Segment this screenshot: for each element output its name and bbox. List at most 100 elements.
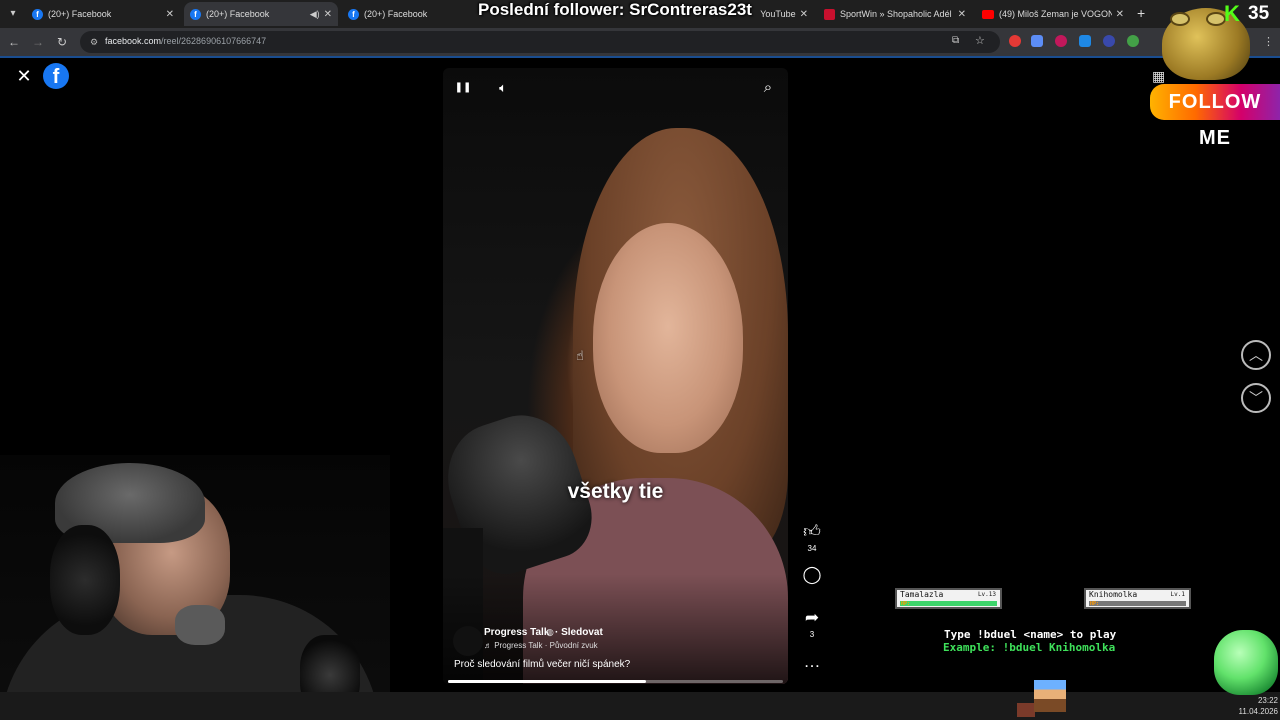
- mouse-cursor-icon: ☝︎: [576, 348, 584, 363]
- back-icon[interactable]: ←: [5, 33, 23, 51]
- facebook-icon: f: [32, 8, 43, 20]
- webcam-beard: [175, 605, 225, 645]
- tab-title: (20+) Facebook: [364, 9, 428, 19]
- facebook-logo-icon[interactable]: f: [43, 63, 69, 89]
- video-caption: všetky tie: [567, 480, 664, 503]
- webcam-headset: [50, 525, 120, 635]
- pixel-tree-image: [1214, 630, 1278, 695]
- pixel-critter-image: [1017, 703, 1035, 717]
- tab-youtube-zeman[interactable]: (49) Miloš Zeman je VOGON! - ✕: [976, 2, 1130, 26]
- close-icon[interactable]: ✕: [1116, 9, 1124, 20]
- extension-pink-icon[interactable]: [1055, 35, 1067, 47]
- reel-video[interactable]: ❚❚ 🔈︎ ⌕ všetky tie Progress Talk ◍ · Sle…: [443, 68, 788, 684]
- tab-facebook-2[interactable]: f (20+) Facebook ◀) ✕: [184, 2, 338, 26]
- share-count: 3: [809, 630, 815, 639]
- game-example: Example: !bduel Knihomolka: [943, 641, 1116, 654]
- address-bar[interactable]: ⚙ facebook.com/reel/26286906107666747 ⧉ …: [80, 31, 1000, 53]
- player2-name: Knihomolka: [1089, 590, 1138, 599]
- tab-title: (20+) Facebook: [206, 9, 270, 19]
- chevron-down-icon: ﹀: [1249, 390, 1263, 406]
- poster-name[interactable]: Progress Talk: [484, 627, 549, 638]
- kick-follower-count: 35: [1248, 3, 1270, 24]
- sportwin-icon: [824, 8, 835, 20]
- close-icon[interactable]: ✕: [800, 9, 808, 20]
- system-clock[interactable]: 23:22 11.04.2026: [1238, 695, 1278, 717]
- facebook-icon: f: [348, 8, 359, 20]
- close-icon[interactable]: ✕: [166, 9, 174, 20]
- browser-toolbar: ← → ↻ ⚙ facebook.com/reel/26286906107666…: [0, 28, 1280, 56]
- player1-hp-box: Tamalazla Lv.13 HP:: [895, 588, 1002, 609]
- more-dots-icon: …: [803, 652, 821, 671]
- player2-hp-box: Knihomolka Lv.1 HP:: [1084, 588, 1191, 609]
- follow-me-banner: FOLLOW ME: [1150, 84, 1280, 149]
- like-count: 34: [807, 544, 817, 553]
- player2-level: Lv.1: [1170, 591, 1185, 598]
- player1-hp-bar: [900, 601, 997, 606]
- tab-search-icon[interactable]: ▾: [4, 5, 22, 23]
- video-subject-face: [593, 223, 743, 453]
- more-button[interactable]: …: [800, 652, 824, 672]
- extension-red-icon[interactable]: [1009, 35, 1021, 47]
- follow-link[interactable]: · Sledovat: [555, 627, 603, 638]
- close-viewer-icon[interactable]: ✕: [13, 65, 35, 87]
- player1-name: Tamalazla: [900, 590, 944, 599]
- tab-title: (20+) Facebook: [48, 9, 112, 19]
- page-load-bar: [0, 56, 1280, 58]
- game-instruction: Type !bduel <name> to play: [944, 628, 1117, 641]
- url-text[interactable]: facebook.com/reel/26286906107666747: [105, 36, 266, 46]
- pause-icon[interactable]: ❚❚: [452, 77, 474, 99]
- toad-eye: [1206, 12, 1226, 26]
- install-app-icon[interactable]: ⧉: [952, 35, 959, 46]
- reel-description[interactable]: Proč sledování filmů večer ničí spánek?: [454, 659, 630, 670]
- site-info-icon[interactable]: ⚙: [87, 35, 101, 49]
- extension-m-icon[interactable]: [1079, 35, 1091, 47]
- globe-icon: ◍: [546, 627, 554, 637]
- player2-hp-label: HP:: [1090, 601, 1100, 607]
- share-icon: ➦: [804, 608, 820, 627]
- search-icon[interactable]: ⌕: [757, 77, 779, 99]
- extension-g-icon[interactable]: [1103, 35, 1115, 47]
- reload-icon[interactable]: ↻: [53, 33, 71, 51]
- new-tab-button[interactable]: +: [1137, 5, 1145, 21]
- menu-kebab-icon[interactable]: ⋮: [1263, 37, 1274, 49]
- video-progress-bar[interactable]: [448, 680, 783, 683]
- clock-date: 11.04.2026: [1238, 707, 1278, 716]
- share-button[interactable]: ➦ 3: [800, 608, 824, 639]
- poster-avatar[interactable]: [453, 626, 483, 656]
- facebook-icon: f: [190, 8, 201, 20]
- chevron-up-icon: ︿: [1249, 347, 1263, 363]
- close-icon[interactable]: ✕: [324, 9, 332, 20]
- player1-level: Lv.13: [977, 591, 996, 598]
- kick-logo-icon: K: [1224, 1, 1240, 26]
- comment-button[interactable]: ◯: [800, 565, 824, 585]
- previous-reel-button[interactable]: ︿: [1241, 340, 1271, 370]
- video-progress-fill: [448, 680, 646, 683]
- bookmark-star-icon[interactable]: ☆: [975, 34, 985, 47]
- next-reel-button[interactable]: ﹀: [1241, 383, 1271, 413]
- comment-icon: ◯: [802, 565, 822, 584]
- tab-title: SportWin » Shopaholic Adél uk: [840, 9, 954, 19]
- player2-hp-bar: [1089, 601, 1186, 606]
- tab-facebook-3[interactable]: f (20+) Facebook: [342, 2, 496, 26]
- like-button[interactable]: 👍︎ 34: [800, 522, 824, 553]
- url-path: /reel/26286906107666747: [161, 36, 267, 46]
- clock-time: 23:22: [1257, 696, 1278, 705]
- extension-chrome-icon[interactable]: [1127, 35, 1139, 47]
- youtube-icon: [982, 9, 994, 19]
- audio-attribution[interactable]: ♬ Progress Talk · Původní zvuk: [484, 641, 598, 650]
- url-host: facebook.com: [105, 36, 162, 46]
- player1-hp-fill: [900, 601, 997, 606]
- speaker-icon[interactable]: ◀): [310, 9, 320, 20]
- tab-sportwin[interactable]: SportWin » Shopaholic Adél uk ✕: [818, 2, 972, 26]
- forward-icon[interactable]: →: [29, 33, 47, 51]
- apps-grid-icon[interactable]: ▦: [1152, 69, 1166, 83]
- tab-title: (49) Miloš Zeman je VOGON! -: [999, 9, 1112, 19]
- thumbs-up-icon: 👍︎: [803, 522, 821, 541]
- extension-blue-icon[interactable]: [1031, 35, 1043, 47]
- close-icon[interactable]: ✕: [958, 9, 966, 20]
- tab-facebook-1[interactable]: f (20+) Facebook ✕: [26, 2, 180, 26]
- pixel-character-image: [1034, 680, 1066, 712]
- volume-icon[interactable]: 🔈︎: [492, 77, 514, 99]
- taskbar: [0, 692, 1280, 720]
- last-follower-banner: Poslední follower: SrContreras23t: [478, 0, 752, 19]
